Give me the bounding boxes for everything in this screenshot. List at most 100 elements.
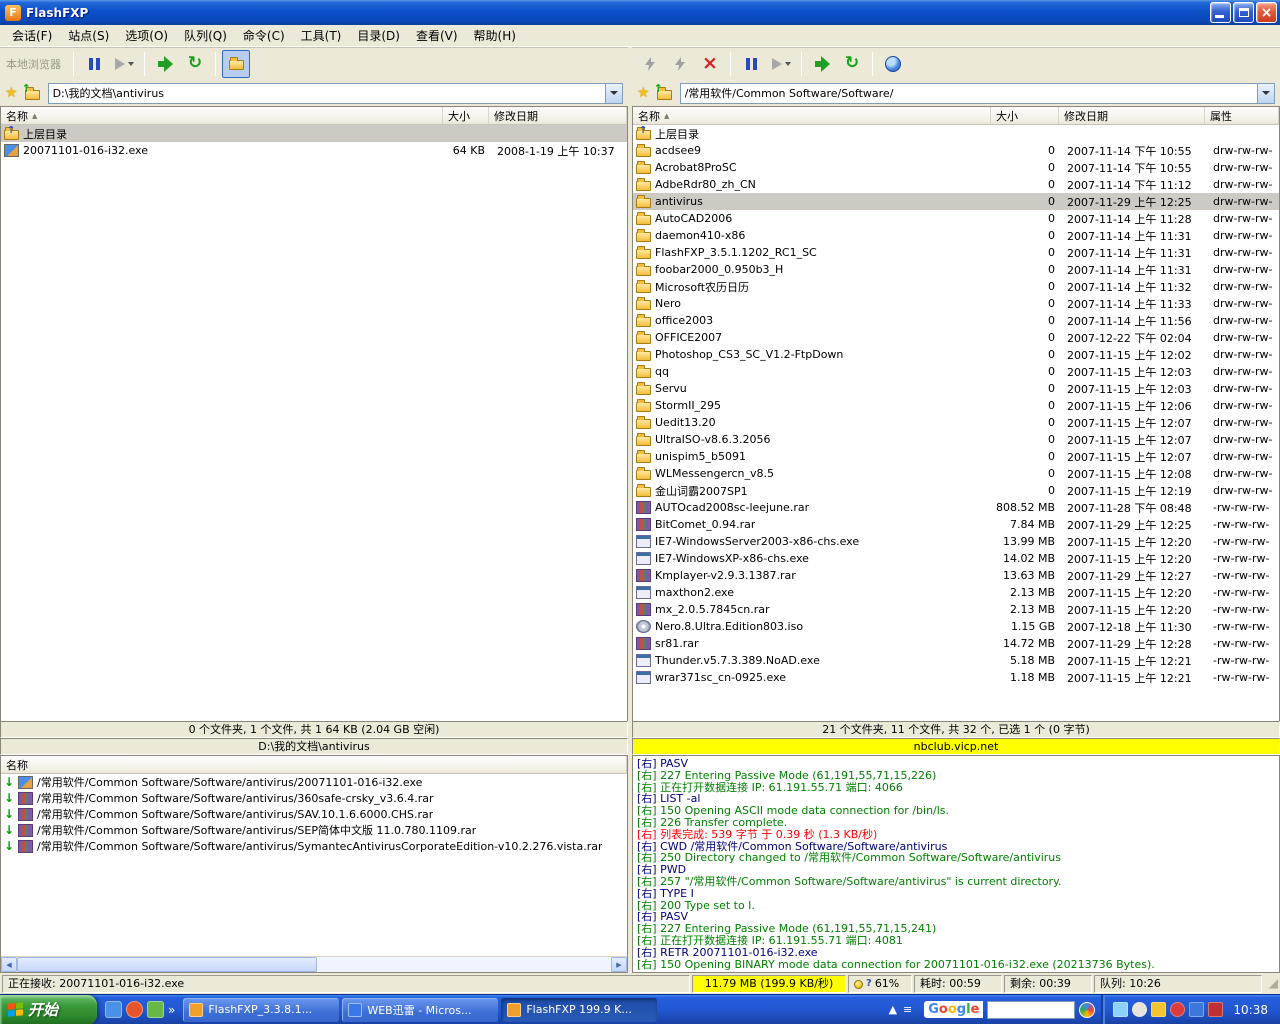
maximize-button[interactable] — [1233, 2, 1254, 23]
tray-icon-3[interactable] — [1151, 1002, 1166, 1017]
scroll-left-button[interactable]: ◀ — [1, 957, 17, 972]
file-row[interactable]: Acrobat8ProSC02007-11-14 下午 10:55drw-rw-… — [633, 159, 1279, 176]
minimize-button[interactable] — [1210, 2, 1231, 23]
scrollbar-thumb[interactable] — [17, 957, 317, 972]
file-row[interactable]: FlashFXP_3.5.1.1202_RC1_SC02007-11-14 上午… — [633, 244, 1279, 261]
file-row[interactable]: 20071101-016-i32.exe64 KB2008-1-19 上午 10… — [1, 142, 627, 159]
bookmark-star-icon[interactable]: ★ — [637, 86, 650, 100]
tray-icon-5[interactable] — [1189, 1002, 1204, 1017]
file-row[interactable]: OFFICE200702007-12-22 下午 02:04drw-rw-rw- — [633, 329, 1279, 346]
deskband-up-icon[interactable]: ▲ — [889, 1003, 897, 1016]
queue-item[interactable]: ↓/常用软件/Common Software/Software/antiviru… — [1, 774, 627, 790]
tray-icon-2[interactable] — [1132, 1002, 1147, 1017]
file-row[interactable]: Uedit13.2002007-11-15 上午 12:07drw-rw-rw- — [633, 414, 1279, 431]
column-header[interactable]: 修改日期 — [489, 107, 627, 125]
column-header[interactable]: 名称▲ — [633, 107, 991, 125]
quick-launch-overflow-chevron[interactable]: » — [168, 1003, 179, 1017]
local-path-dropdown-button[interactable] — [605, 84, 622, 103]
connect-button[interactable] — [636, 50, 664, 78]
tray-icon-4[interactable] — [1170, 1002, 1185, 1017]
queue-item[interactable]: ↓/常用软件/Common Software/Software/antiviru… — [1, 806, 627, 822]
start-transfer-button[interactable] — [110, 50, 138, 78]
refresh-button[interactable]: ↻ — [838, 50, 866, 78]
column-header[interactable]: 修改日期 — [1059, 107, 1205, 125]
file-row[interactable]: acdsee902007-11-14 下午 10:55drw-rw-rw- — [633, 142, 1279, 159]
menu-item-2[interactable]: 站点(S) — [60, 24, 117, 47]
close-button[interactable]: × — [1256, 2, 1277, 23]
transfer-queue-button[interactable] — [151, 50, 179, 78]
menu-item-8[interactable]: 查看(V) — [408, 24, 466, 47]
file-row[interactable]: BitComet_0.94.rar7.84 MB2007-11-29 上午 12… — [633, 516, 1279, 533]
file-row[interactable]: WLMessengercn_v8.502007-11-15 上午 12:08dr… — [633, 465, 1279, 482]
file-row[interactable]: UltraISO-v8.6.3.205602007-11-15 上午 12:07… — [633, 431, 1279, 448]
pause-transfer-button[interactable] — [80, 50, 108, 78]
column-header[interactable]: 属性 — [1205, 107, 1279, 125]
file-row[interactable]: AUTOcad2008sc-leejune.rar808.52 MB2007-1… — [633, 499, 1279, 516]
column-header[interactable]: 名称 — [1, 756, 627, 774]
quick-launch-icon-2[interactable] — [126, 1001, 143, 1018]
taskbar-task-3[interactable]: FlashFXP 199.9 K... — [501, 998, 657, 1022]
column-header[interactable]: 大小 — [991, 107, 1059, 125]
file-row[interactable]: Photoshop_CS3_SC_V1.2-FtpDown02007-11-15… — [633, 346, 1279, 363]
parent-folder-button[interactable]: ↑ — [654, 84, 676, 102]
scroll-right-button[interactable]: ▶ — [611, 957, 627, 972]
file-row[interactable]: Kmplayer-v2.9.3.1387.rar13.63 MB2007-11-… — [633, 567, 1279, 584]
file-row[interactable]: mx_2.0.5.7845cn.rar2.13 MB2007-11-15 上午 … — [633, 601, 1279, 618]
column-header[interactable]: 大小 — [443, 107, 489, 125]
file-row[interactable]: Nero02007-11-14 上午 11:33drw-rw-rw- — [633, 295, 1279, 312]
taskbar-task-2[interactable]: WEB迅雷 - Micros... — [342, 998, 498, 1022]
file-row[interactable]: antivirus02007-11-29 上午 12:25drw-rw-rw- — [633, 193, 1279, 210]
tray-icon-6[interactable] — [1208, 1002, 1223, 1017]
file-row[interactable]: IE7-WindowsServer2003-x86-chs.exe13.99 M… — [633, 533, 1279, 550]
refresh-button[interactable]: ↻ — [181, 50, 209, 78]
file-row[interactable]: Thunder.v5.7.3.389.NoAD.exe5.18 MB2007-1… — [633, 652, 1279, 669]
menu-item-1[interactable]: 会话(F) — [4, 24, 60, 47]
pause-transfer-button[interactable] — [737, 50, 765, 78]
bookmark-star-icon[interactable]: ★ — [5, 86, 18, 100]
quick-launch-icon-3[interactable] — [147, 1001, 164, 1018]
file-row[interactable]: StormII_29502007-11-15 上午 12:06drw-rw-rw… — [633, 397, 1279, 414]
menu-item-3[interactable]: 选项(O) — [117, 24, 176, 47]
resize-grip[interactable]: ◢ — [1264, 975, 1278, 993]
menu-item-6[interactable]: 工具(T) — [293, 24, 350, 47]
menu-item-9[interactable]: 帮助(H) — [466, 24, 524, 47]
scrollbar-track[interactable] — [317, 957, 611, 972]
tray-icon-1[interactable] — [1113, 1002, 1128, 1017]
local-path-input[interactable] — [49, 85, 605, 102]
parent-folder-button[interactable]: ↑ — [22, 84, 44, 102]
file-row[interactable]: unispim5_b509102007-11-15 上午 12:07drw-rw… — [633, 448, 1279, 465]
google-search-input[interactable] — [987, 1001, 1075, 1019]
file-row[interactable]: IE7-WindowsXP-x86-chs.exe14.02 MB2007-11… — [633, 550, 1279, 567]
queue-horizontal-scrollbar[interactable]: ◀ ▶ — [1, 956, 627, 972]
file-row[interactable]: qq02007-11-15 上午 12:03drw-rw-rw- — [633, 363, 1279, 380]
google-ball-icon[interactable] — [1079, 1002, 1095, 1018]
file-row[interactable]: 上层目录 — [1, 125, 627, 142]
file-row[interactable]: sr81.rar14.72 MB2007-11-29 上午 12:28-rw-r… — [633, 635, 1279, 652]
start-transfer-button[interactable] — [767, 50, 795, 78]
queue-item[interactable]: ↓/常用软件/Common Software/Software/antiviru… — [1, 790, 627, 806]
quick-launch-icon-1[interactable] — [105, 1001, 122, 1018]
reconnect-button[interactable] — [666, 50, 694, 78]
disconnect-button[interactable]: × — [696, 50, 724, 78]
file-row[interactable]: AdbeRdr80_zh_CN02007-11-14 下午 11:12drw-r… — [633, 176, 1279, 193]
file-row[interactable]: AutoCAD200602007-11-14 上午 11:28drw-rw-rw… — [633, 210, 1279, 227]
remote-path-dropdown-button[interactable] — [1257, 84, 1274, 103]
file-row[interactable]: maxthon2.exe2.13 MB2007-11-15 上午 12:20-r… — [633, 584, 1279, 601]
file-row[interactable]: office200302007-11-14 上午 11:56drw-rw-rw- — [633, 312, 1279, 329]
file-row[interactable]: daemon410-x8602007-11-14 上午 11:31drw-rw-… — [633, 227, 1279, 244]
menu-item-7[interactable]: 目录(D) — [349, 24, 408, 47]
deskband-menu-icon[interactable]: ≡ — [903, 1003, 912, 1016]
file-row[interactable]: foobar2000_0.950b3_H02007-11-14 上午 11:31… — [633, 261, 1279, 278]
remote-path-input[interactable] — [681, 85, 1257, 102]
menu-item-4[interactable]: 队列(Q) — [176, 24, 235, 47]
browser-view-toggle-button[interactable] — [222, 50, 250, 78]
file-row[interactable]: 上层目录 — [633, 125, 1279, 142]
file-row[interactable]: Microsoft农历日历02007-11-14 上午 11:32drw-rw-… — [633, 278, 1279, 295]
queue-item[interactable]: ↓/常用软件/Common Software/Software/antiviru… — [1, 822, 627, 838]
menu-item-5[interactable]: 命令(C) — [235, 24, 293, 47]
file-row[interactable]: Nero.8.Ultra.Edition803.iso1.15 GB2007-1… — [633, 618, 1279, 635]
file-row[interactable]: wrar371sc_cn-0925.exe1.18 MB2007-11-15 上… — [633, 669, 1279, 686]
site-manager-button[interactable] — [879, 50, 907, 78]
queue-item[interactable]: ↓/常用软件/Common Software/Software/antiviru… — [1, 838, 627, 854]
start-button[interactable]: 开始 — [0, 995, 97, 1024]
